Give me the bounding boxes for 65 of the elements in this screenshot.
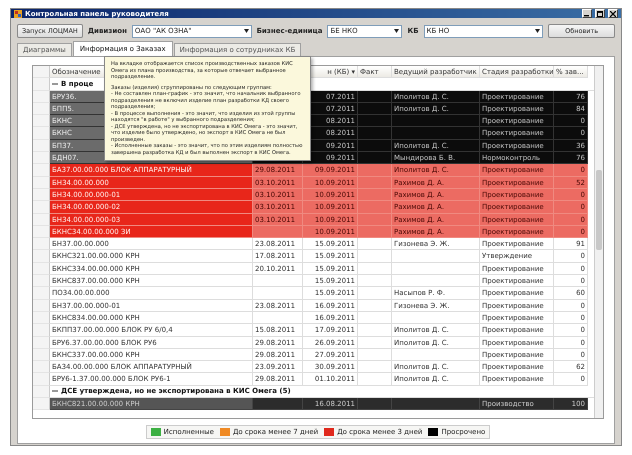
dropdown-arrow-icon[interactable] — [535, 29, 540, 33]
row-header[interactable] — [33, 262, 50, 276]
table-cell — [358, 102, 392, 116]
table-cell — [358, 324, 392, 337]
table-cell — [358, 300, 392, 312]
row-header[interactable] — [33, 127, 50, 140]
row-header[interactable] — [33, 164, 50, 177]
collapse-icon[interactable] — [52, 80, 58, 87]
table-cell — [253, 398, 303, 410]
table-cell — [253, 287, 303, 300]
table-cell — [358, 152, 392, 164]
row-header[interactable] — [33, 102, 50, 116]
row-header[interactable] — [33, 361, 50, 374]
row-header[interactable] — [33, 250, 50, 263]
close-icon — [610, 10, 616, 16]
row-header[interactable] — [33, 140, 50, 152]
row-header[interactable] — [33, 176, 50, 189]
table-cell — [358, 250, 392, 263]
minimize-button[interactable] — [582, 9, 592, 18]
table-cell — [358, 348, 392, 362]
row-header[interactable] — [33, 287, 50, 300]
table-cell — [358, 188, 392, 202]
table-cell — [358, 176, 392, 189]
row-header[interactable] — [33, 152, 50, 164]
scrollbar[interactable] — [594, 66, 603, 418]
table-cell — [358, 398, 392, 410]
scrollbar-thumb[interactable] — [596, 170, 602, 250]
table-cell — [358, 238, 392, 250]
table-cell — [253, 275, 303, 288]
maximize-icon — [597, 10, 603, 16]
table-cell — [358, 312, 392, 324]
table-cell — [358, 287, 392, 300]
maximize-button[interactable] — [595, 9, 605, 18]
table-cell — [358, 115, 392, 128]
row-header[interactable] — [33, 348, 50, 362]
row-header[interactable] — [33, 275, 50, 288]
table-cell — [253, 312, 303, 324]
dropdown-arrow-icon[interactable] — [394, 29, 400, 33]
app-icon — [14, 10, 22, 18]
collapse-icon[interactable] — [52, 388, 58, 394]
table-cell — [358, 127, 392, 140]
table-cell — [358, 336, 392, 349]
row-header[interactable] — [33, 300, 50, 312]
table-cell — [358, 361, 392, 374]
table-cell — [358, 373, 392, 386]
row-header[interactable] — [33, 201, 50, 214]
table-cell — [358, 214, 392, 226]
table-cell — [253, 226, 303, 238]
dropdown-arrow-icon[interactable] — [244, 29, 249, 33]
close-button[interactable] — [608, 9, 618, 18]
row-header[interactable] — [33, 312, 50, 324]
row-header[interactable] — [33, 188, 50, 202]
table-cell — [358, 140, 392, 152]
table-cell — [358, 226, 392, 238]
table-cell — [358, 164, 392, 177]
row-header[interactable] — [33, 336, 50, 349]
row-header[interactable] — [33, 324, 50, 337]
table-cell — [358, 90, 392, 103]
table-cell — [358, 275, 392, 288]
row-header[interactable] — [33, 226, 50, 238]
row-header[interactable] — [33, 115, 50, 128]
row-header[interactable] — [33, 214, 50, 226]
row-header[interactable] — [33, 238, 50, 250]
table-cell — [358, 262, 392, 276]
table-cell — [358, 201, 392, 214]
